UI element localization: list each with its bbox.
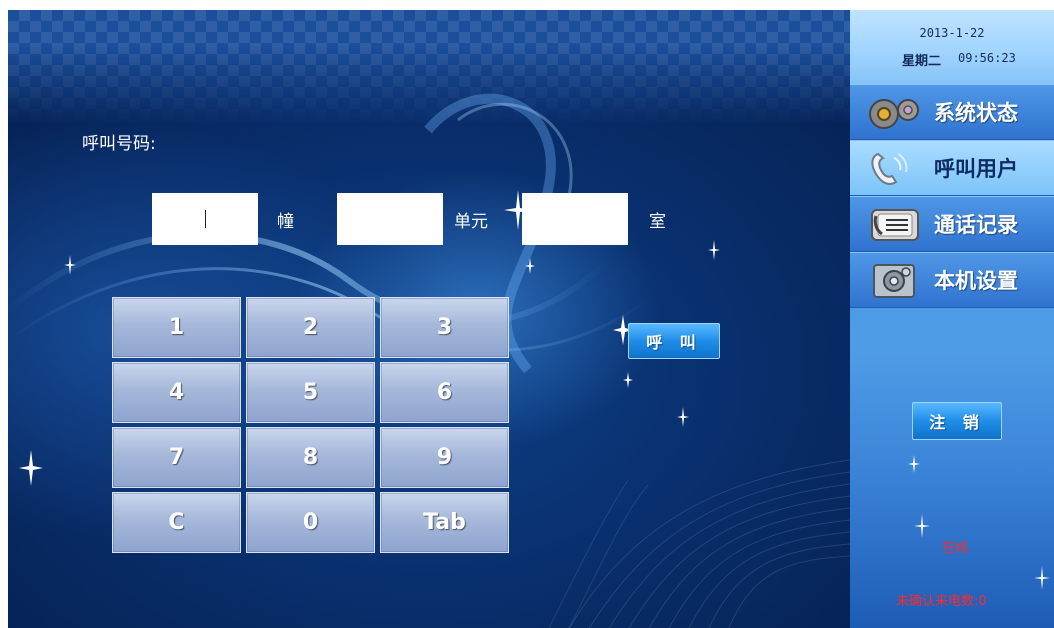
- unconfirmed-calls-counter: 未确认来电数:0: [896, 594, 987, 609]
- room-input[interactable]: [522, 193, 628, 245]
- sparkle-icon: [677, 407, 689, 427]
- menu-item-label: 通话记录: [934, 213, 1018, 237]
- unit-input[interactable]: [337, 193, 443, 245]
- key-5[interactable]: 5: [246, 362, 375, 423]
- key-tab[interactable]: Tab: [380, 492, 509, 553]
- menu-item-call-log[interactable]: 通话记录: [850, 196, 1054, 252]
- sparkle-icon: [623, 372, 633, 388]
- call-panel: 呼叫号码: 幢 单元 室 1 2 3 4 5 6 7 8 9 C 0 Tab 呼…: [8, 10, 850, 628]
- gears-icon: [869, 99, 919, 129]
- building-unit-label: 幢: [277, 212, 294, 232]
- sparkle-icon: [708, 240, 720, 260]
- call-button[interactable]: 呼 叫: [628, 323, 720, 359]
- settings-icon: [873, 264, 915, 298]
- key-3[interactable]: 3: [380, 297, 509, 358]
- menu-item-system-status[interactable]: 系统状态: [850, 84, 1054, 140]
- key-1[interactable]: 1: [112, 297, 241, 358]
- sparkle-icon: [19, 450, 43, 486]
- key-8[interactable]: 8: [246, 427, 375, 488]
- logout-button[interactable]: 注 销: [912, 402, 1002, 440]
- phone-icon: [871, 152, 908, 185]
- menu-item-call-user[interactable]: 呼叫用户: [850, 140, 1054, 196]
- clock-panel: 2013-1-22 星期二 09:56:23: [850, 10, 1054, 90]
- key-7[interactable]: 7: [112, 427, 241, 488]
- call-number-label: 呼叫号码:: [82, 134, 156, 154]
- sparkle-icon: [1034, 566, 1050, 590]
- menu-item-device-settings[interactable]: 本机设置: [850, 252, 1054, 308]
- key-4[interactable]: 4: [112, 362, 241, 423]
- room-unit-label: 室: [649, 212, 666, 232]
- time-display: 09:56:23: [958, 51, 1016, 65]
- key-clear[interactable]: C: [112, 492, 241, 553]
- key-6[interactable]: 6: [380, 362, 509, 423]
- status-online: 在线: [942, 541, 969, 556]
- sparkle-icon: [64, 255, 76, 275]
- sparkle-icon: [914, 514, 930, 538]
- menu-item-label: 呼叫用户: [934, 157, 1018, 181]
- sidebar: 2013-1-22 星期二 09:56:23 系统状态 呼叫用户 通话记录 本机…: [850, 10, 1054, 628]
- menu-item-label: 系统状态: [934, 101, 1018, 125]
- keypad: 1 2 3 4 5 6 7 8 9 C 0 Tab: [112, 297, 509, 556]
- date-display: 2013-1-22: [919, 26, 985, 40]
- key-2[interactable]: 2: [246, 297, 375, 358]
- weekday-display: 星期二: [902, 54, 942, 69]
- key-0[interactable]: 0: [246, 492, 375, 553]
- sparkle-icon: [908, 455, 920, 473]
- unit-unit-label: 单元: [454, 212, 488, 232]
- building-input[interactable]: [152, 193, 258, 245]
- text-caret: [204, 210, 206, 228]
- key-9[interactable]: 9: [380, 427, 509, 488]
- menu-item-label: 本机设置: [934, 269, 1018, 293]
- sparkle-icon: [525, 258, 535, 274]
- call-log-icon: [871, 209, 919, 241]
